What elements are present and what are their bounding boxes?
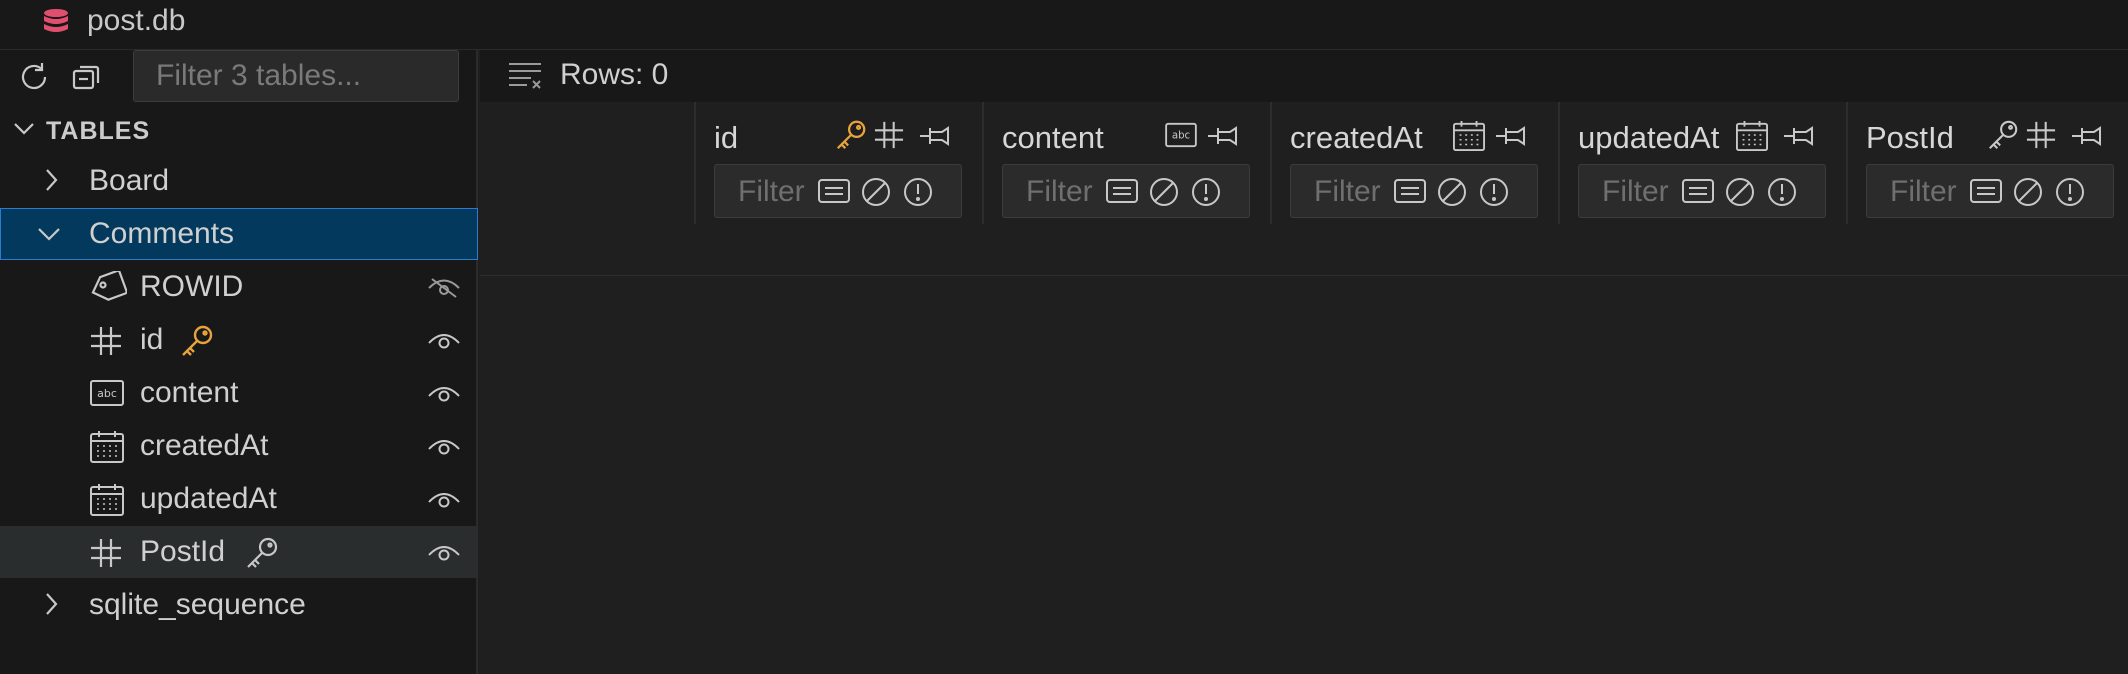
column-filter-input[interactable]: Filter xyxy=(1290,164,1538,218)
table-name: Board xyxy=(89,164,170,197)
pin-icon[interactable] xyxy=(2070,124,2104,148)
eye-icon[interactable] xyxy=(427,382,461,404)
tables-section-header[interactable]: TABLES xyxy=(0,104,478,156)
column-item-id[interactable]: id xyxy=(0,314,478,366)
column-header-updatedat[interactable]: updatedAt Filter xyxy=(1558,102,1846,224)
filter-mode-icon[interactable] xyxy=(817,177,851,205)
number-icon xyxy=(89,537,123,569)
chevron-down-icon xyxy=(12,117,36,141)
column-item-updatedat[interactable]: updatedAt xyxy=(0,473,478,525)
column-filter-input[interactable]: Filter xyxy=(1002,164,1250,218)
key-icon xyxy=(179,324,215,358)
calendar-icon xyxy=(89,483,125,517)
column-name: createdAt xyxy=(140,429,269,462)
table-name: Comments xyxy=(89,217,235,250)
clear-filter-icon[interactable] xyxy=(507,60,543,92)
column-header-createdat[interactable]: createdAt Filter xyxy=(1270,102,1558,224)
calendar-icon xyxy=(1452,120,1486,152)
section-label: TABLES xyxy=(46,117,151,145)
refresh-icon[interactable] xyxy=(16,59,52,95)
null-filter-icon[interactable] xyxy=(1148,176,1180,208)
column-filter-input[interactable]: Filter xyxy=(1578,164,1826,218)
filter-mode-icon[interactable] xyxy=(1393,177,1427,205)
eye-icon[interactable] xyxy=(427,541,461,563)
key-icon xyxy=(834,118,868,152)
svg-text:abc: abc xyxy=(97,387,117,400)
calendar-icon xyxy=(1735,120,1769,152)
database-icon xyxy=(42,8,70,38)
main-panel: Rows: 0 id Filter content abc Filter cre… xyxy=(480,50,2128,674)
row-number-header xyxy=(480,102,694,224)
required-filter-icon[interactable] xyxy=(2054,176,2086,208)
chevron-right-icon xyxy=(40,167,64,193)
key-icon xyxy=(244,536,280,570)
chevron-down-icon xyxy=(36,222,62,246)
number-icon xyxy=(89,325,123,357)
column-item-rowid[interactable]: ROWID xyxy=(0,261,478,313)
calendar-icon xyxy=(89,430,125,464)
pin-icon[interactable] xyxy=(1782,124,1816,148)
pin-icon[interactable] xyxy=(1494,124,1528,148)
required-filter-icon[interactable] xyxy=(1478,176,1510,208)
pin-icon[interactable] xyxy=(918,124,952,148)
number-icon xyxy=(873,120,905,150)
grid-header: id Filter content abc Filter createdAt F… xyxy=(480,102,2128,276)
key-icon xyxy=(1986,118,2020,152)
text-abc-icon: abc xyxy=(89,379,125,407)
null-filter-icon[interactable] xyxy=(860,176,892,208)
pin-icon[interactable] xyxy=(1206,124,1240,148)
column-header-name: createdAt xyxy=(1290,120,1423,155)
eye-icon[interactable] xyxy=(427,329,461,351)
main-toolbar: Rows: 0 xyxy=(480,50,2128,102)
column-name: content xyxy=(140,376,239,409)
number-icon xyxy=(2025,120,2057,150)
filter-mode-icon[interactable] xyxy=(1969,177,2003,205)
text-abc-icon: abc xyxy=(1164,122,1198,148)
column-filter-input[interactable]: Filter xyxy=(1866,164,2114,218)
collapse-all-icon[interactable] xyxy=(69,59,105,95)
grid-body-empty xyxy=(480,276,2128,674)
column-header-name: content xyxy=(1002,120,1104,155)
required-filter-icon[interactable] xyxy=(1766,176,1798,208)
filter-mode-icon[interactable] xyxy=(1681,177,1715,205)
column-header-content[interactable]: content abc Filter xyxy=(982,102,1270,224)
null-filter-icon[interactable] xyxy=(1436,176,1468,208)
column-item-createdat[interactable]: createdAt xyxy=(0,420,478,472)
column-item-postid[interactable]: PostId xyxy=(0,526,478,578)
column-name: id xyxy=(140,323,164,356)
rows-count: Rows: 0 xyxy=(560,58,669,91)
eye-icon[interactable] xyxy=(427,488,461,510)
filter-mode-icon[interactable] xyxy=(1105,177,1139,205)
sidebar-toolbar xyxy=(0,50,478,104)
column-header-name: updatedAt xyxy=(1578,120,1720,155)
column-header-name: id xyxy=(714,120,739,155)
column-header-postid[interactable]: PostId Filter xyxy=(1846,102,2128,224)
null-filter-icon[interactable] xyxy=(1724,176,1756,208)
table-item-sqlite-sequence[interactable]: sqlite_sequence xyxy=(0,579,478,631)
sidebar: TABLES Board Comments ROWID xyxy=(0,50,478,674)
table-item-comments[interactable]: Comments xyxy=(0,208,478,260)
table-name: sqlite_sequence xyxy=(89,588,306,621)
column-name: ROWID xyxy=(140,270,244,303)
tag-icon xyxy=(89,271,127,303)
table-filter-input[interactable] xyxy=(133,50,459,102)
column-header-name: PostId xyxy=(1866,120,1954,155)
eye-icon[interactable] xyxy=(427,435,461,457)
column-header-id[interactable]: id Filter xyxy=(694,102,982,224)
required-filter-icon[interactable] xyxy=(902,176,934,208)
table-item-board[interactable]: Board xyxy=(0,155,478,207)
chevron-right-icon xyxy=(40,591,64,617)
column-filter-input[interactable]: Filter xyxy=(714,164,962,218)
eye-closed-icon[interactable] xyxy=(427,275,461,299)
column-item-content[interactable]: abc content xyxy=(0,367,478,419)
null-filter-icon[interactable] xyxy=(2012,176,2044,208)
required-filter-icon[interactable] xyxy=(1190,176,1222,208)
svg-text:abc: abc xyxy=(1172,131,1190,142)
title-bar: post.db xyxy=(0,0,2128,50)
column-name: updatedAt xyxy=(140,482,277,515)
file-name: post.db xyxy=(87,4,186,37)
column-name: PostId xyxy=(140,535,226,568)
